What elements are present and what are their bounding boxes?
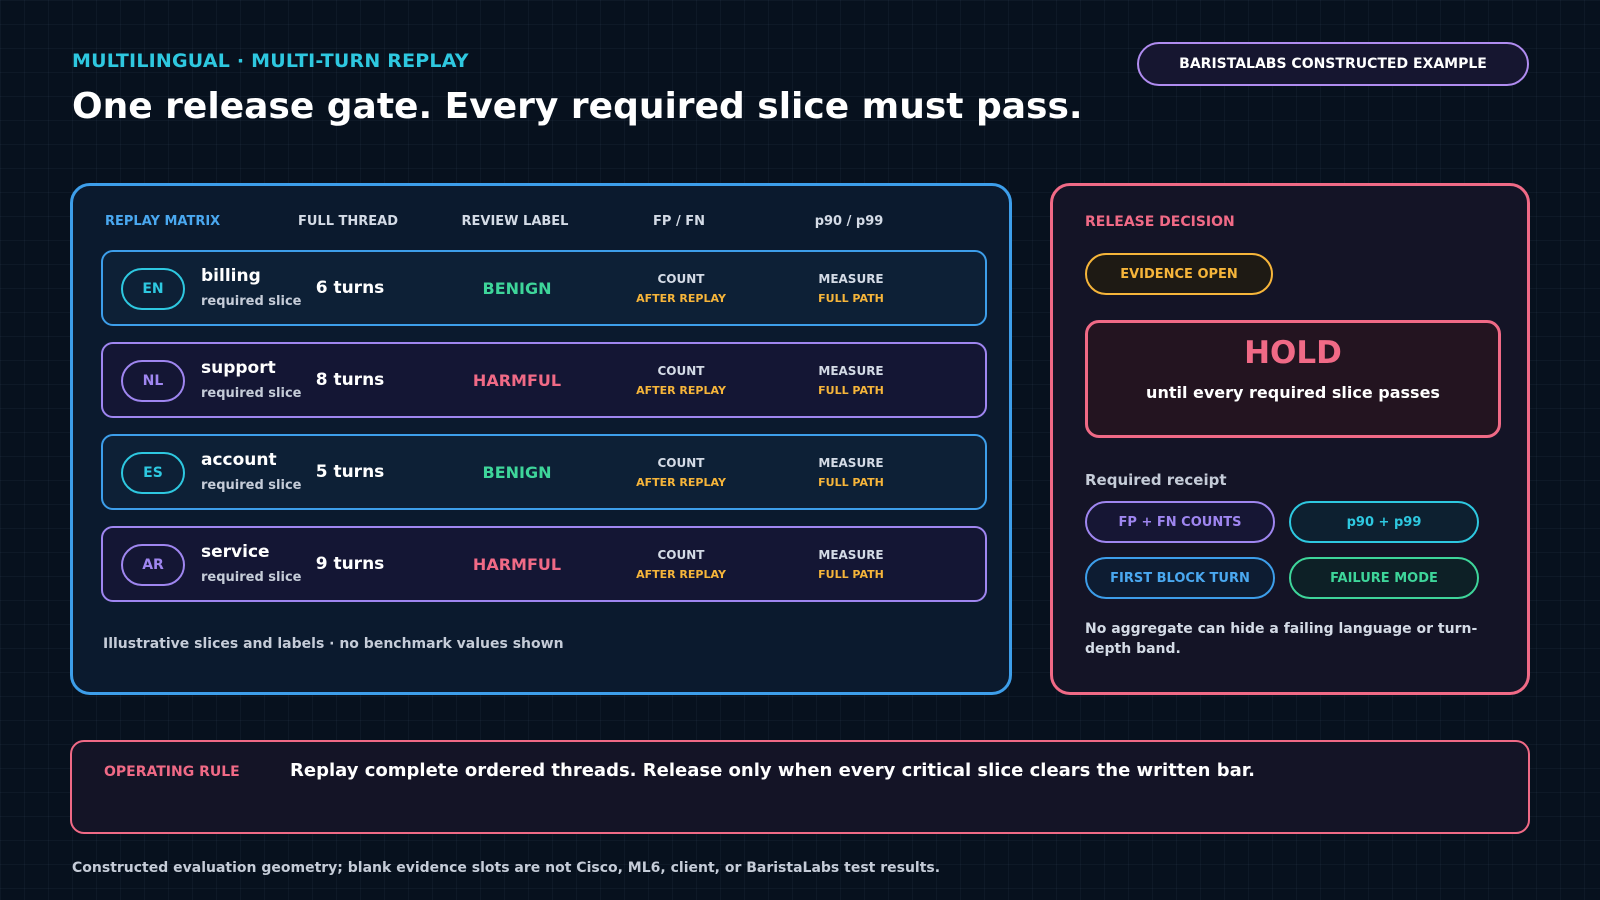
decision-note: No aggregate can hide a failing language… — [1085, 621, 1478, 657]
column-header-review-label: REVIEW LABEL — [461, 214, 569, 229]
column-header-fp-fn: FP / FN — [653, 214, 705, 229]
latency-cell: MEASURE FULL PATH — [781, 528, 921, 600]
required-receipt-title: Required receipt — [1085, 471, 1227, 489]
evidence-open-badge: EVIDENCE OPEN — [1085, 253, 1273, 295]
release-decision-panel: RELEASE DECISION EVIDENCE OPEN HOLD unti… — [1050, 183, 1530, 695]
page-headline: One release gate. Every required slice m… — [72, 86, 1083, 127]
fp-fn-after-replay: AFTER REPLAY — [636, 567, 726, 581]
thread-turns: 9 turns — [315, 554, 385, 574]
latency-measure: MEASURE — [818, 547, 884, 562]
fp-fn-after-replay: AFTER REPLAY — [636, 475, 726, 489]
constructed-example-badge: BARISTALABS CONSTRUCTED EXAMPLE — [1137, 42, 1529, 86]
slice-row-billing: EN billing required slice 6 turns BENIGN… — [101, 250, 987, 326]
matrix-header-title: REPLAY MATRIX — [105, 214, 221, 229]
fp-fn-cell: COUNT AFTER REPLAY — [611, 436, 751, 508]
release-decision-title: RELEASE DECISION — [1085, 214, 1235, 230]
column-header-p90-p99: p90 / p99 — [814, 214, 884, 229]
latency-measure: MEASURE — [818, 363, 884, 378]
latency-full-path: FULL PATH — [818, 291, 884, 305]
hold-status: HOLD — [1244, 335, 1342, 371]
latency-full-path: FULL PATH — [818, 475, 884, 489]
fp-fn-cell: COUNT AFTER REPLAY — [611, 252, 751, 324]
column-header-full-thread: FULL THREAD — [297, 214, 399, 229]
latency-full-path: FULL PATH — [818, 383, 884, 397]
fp-fn-count: COUNT — [657, 363, 705, 378]
fp-fn-after-replay: AFTER REPLAY — [636, 383, 726, 397]
receipt-pill-first-block-turn: FIRST BLOCK TURN — [1085, 557, 1275, 599]
hold-box: HOLD until every required slice passes — [1085, 320, 1501, 438]
language-badge-en: EN — [121, 268, 185, 310]
operating-rule-text: Replay complete ordered threads. Release… — [290, 760, 1255, 781]
eyebrow-title: MULTILINGUAL · MULTI-TURN REPLAY — [72, 50, 469, 72]
thread-turns: 8 turns — [315, 370, 385, 390]
slice-row-support: NL support required slice 8 turns HARMFU… — [101, 342, 987, 418]
latency-cell: MEASURE FULL PATH — [781, 252, 921, 324]
operating-rule-panel: OPERATING RULE Replay complete ordered t… — [70, 740, 1530, 834]
slice-name: service — [201, 542, 270, 562]
review-label: BENIGN — [482, 278, 552, 298]
fp-fn-count: COUNT — [657, 271, 705, 286]
replay-matrix-panel: REPLAY MATRIX FULL THREAD REVIEW LABEL F… — [70, 183, 1012, 695]
page-footnote: Constructed evaluation geometry; blank e… — [72, 860, 941, 876]
review-label: BENIGN — [482, 462, 552, 482]
latency-cell: MEASURE FULL PATH — [781, 344, 921, 416]
fp-fn-cell: COUNT AFTER REPLAY — [611, 528, 751, 600]
hold-condition: until every required slice passes — [1146, 383, 1440, 402]
latency-cell: MEASURE FULL PATH — [781, 436, 921, 508]
review-label: HARMFUL — [472, 370, 562, 390]
thread-turns: 6 turns — [315, 278, 385, 298]
receipt-pill-failure-mode: FAILURE MODE — [1289, 557, 1479, 599]
receipt-pill-p90-p99: p90 + p99 — [1289, 501, 1479, 543]
review-label: HARMFUL — [472, 554, 562, 574]
fp-fn-count: COUNT — [657, 455, 705, 470]
receipt-pill-fp-fn-counts: FP + FN COUNTS — [1085, 501, 1275, 543]
slice-name: account — [201, 450, 277, 470]
slice-name: billing — [201, 266, 261, 286]
language-badge-ar: AR — [121, 544, 185, 586]
latency-full-path: FULL PATH — [818, 567, 884, 581]
fp-fn-cell: COUNT AFTER REPLAY — [611, 344, 751, 416]
operating-rule-label: OPERATING RULE — [104, 764, 240, 780]
matrix-footnote: Illustrative slices and labels · no benc… — [103, 636, 564, 652]
slice-row-service: AR service required slice 9 turns HARMFU… — [101, 526, 987, 602]
fp-fn-count: COUNT — [657, 547, 705, 562]
language-badge-nl: NL — [121, 360, 185, 402]
latency-measure: MEASURE — [818, 455, 884, 470]
slice-name: support — [201, 358, 276, 378]
language-badge-es: ES — [121, 452, 185, 494]
slice-row-account: ES account required slice 5 turns BENIGN… — [101, 434, 987, 510]
fp-fn-after-replay: AFTER REPLAY — [636, 291, 726, 305]
thread-turns: 5 turns — [315, 462, 385, 482]
latency-measure: MEASURE — [818, 271, 884, 286]
